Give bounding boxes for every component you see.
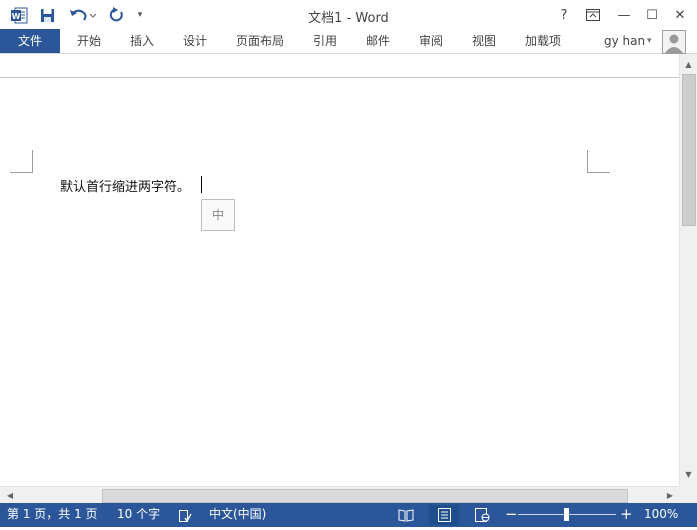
vertical-scrollbar[interactable]: ▲ ▼: [679, 54, 697, 486]
user-avatar-icon: [665, 34, 683, 53]
tab-mailings[interactable]: 邮件: [355, 29, 401, 53]
horizontal-scrollbar[interactable]: ◀ ▶: [0, 486, 679, 504]
maximize-button[interactable]: ☐: [640, 4, 664, 26]
title-bar: W ▾ 文档1 - Word ? — ☐ ✕: [0, 0, 697, 29]
close-button[interactable]: ✕: [668, 4, 692, 26]
scroll-down-icon[interactable]: ▼: [680, 468, 697, 482]
document-text[interactable]: 默认首行缩进两字符。: [60, 176, 190, 195]
zoom-out-button[interactable]: −: [505, 503, 518, 527]
tab-page-layout[interactable]: 页面布局: [230, 29, 290, 53]
tab-file[interactable]: 文件: [0, 29, 60, 53]
web-layout-icon: [474, 508, 489, 522]
tab-references[interactable]: 引用: [302, 29, 348, 53]
scroll-up-icon[interactable]: ▲: [680, 58, 697, 72]
scroll-right-icon[interactable]: ▶: [664, 489, 676, 502]
word-count[interactable]: 10 个字: [117, 503, 160, 527]
ime-indicator[interactable]: 中: [201, 199, 235, 231]
tab-add-ins[interactable]: 加载项: [518, 29, 568, 53]
document-canvas[interactable]: [0, 54, 679, 486]
book-icon: [398, 508, 414, 522]
text-cursor: [201, 176, 202, 193]
margin-corner-top-right: [587, 150, 610, 173]
zoom-level[interactable]: 100%: [644, 503, 678, 527]
minimize-button[interactable]: —: [612, 4, 636, 26]
tab-view[interactable]: 视图: [461, 29, 507, 53]
margin-corner-top-left: [10, 150, 33, 173]
language-indicator[interactable]: 中文(中国): [209, 503, 266, 527]
print-layout-button[interactable]: [429, 505, 459, 525]
tab-insert[interactable]: 插入: [119, 29, 165, 53]
horizontal-scroll-thumb[interactable]: [102, 489, 628, 503]
ribbon-display-options-button[interactable]: [581, 4, 605, 26]
user-name[interactable]: gy han: [604, 29, 645, 53]
vertical-scroll-thumb[interactable]: [682, 74, 696, 226]
zoom-slider-thumb[interactable]: [564, 508, 569, 521]
ribbon-display-icon: [586, 9, 600, 21]
avatar[interactable]: [662, 30, 686, 54]
scroll-left-icon[interactable]: ◀: [4, 489, 16, 502]
status-bar: 第 1 页，共 1 页 10 个字 中文(中国) − + 100%: [0, 503, 697, 527]
read-mode-button[interactable]: [391, 505, 421, 525]
scrollbar-corner: [679, 486, 697, 504]
tab-review[interactable]: 审阅: [408, 29, 454, 53]
help-button[interactable]: ?: [552, 4, 576, 26]
page-icon: [437, 508, 451, 522]
proofing-icon[interactable]: [178, 508, 192, 523]
page-top-edge: [0, 77, 679, 78]
tab-home[interactable]: 开始: [66, 29, 112, 53]
chevron-down-icon[interactable]: ▾: [647, 29, 652, 53]
web-layout-button[interactable]: [467, 505, 497, 525]
zoom-in-button[interactable]: +: [620, 503, 633, 527]
tab-design[interactable]: 设计: [172, 29, 218, 53]
ribbon-tabs: 文件 开始 插入 设计 页面布局 引用 邮件 审阅 视图 加载项 gy han …: [0, 29, 697, 54]
page-count[interactable]: 第 1 页，共 1 页: [7, 503, 98, 527]
